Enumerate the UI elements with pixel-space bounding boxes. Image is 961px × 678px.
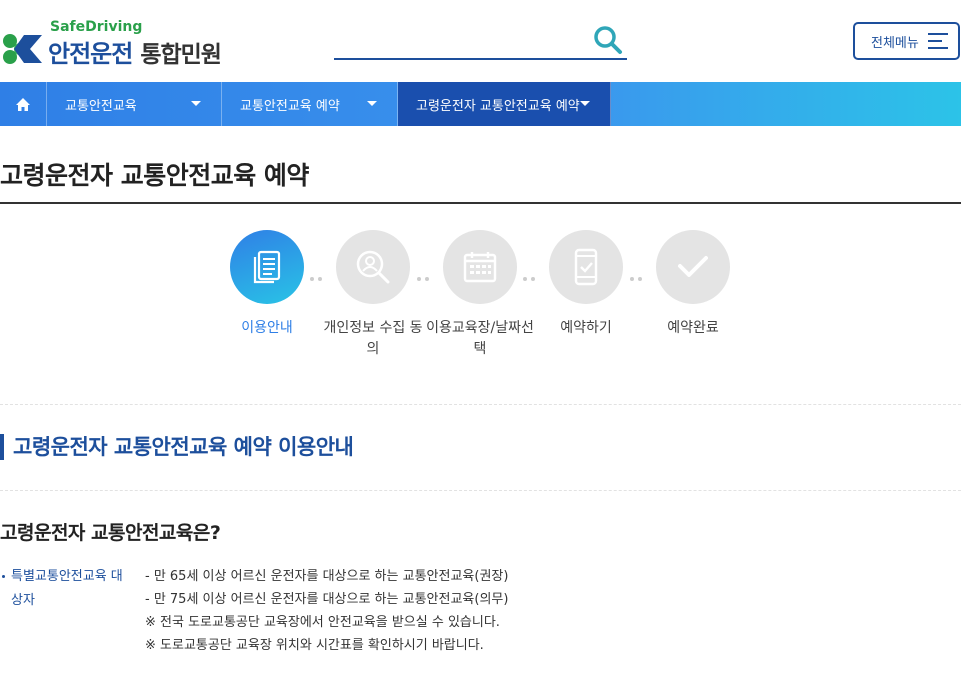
step-label: 이용안내 bbox=[241, 320, 293, 336]
step-label: 이용교육장/날짜선택 bbox=[426, 320, 534, 357]
clover-logo-icon bbox=[0, 29, 44, 69]
all-menu-button[interactable]: 전체메뉴 bbox=[853, 22, 960, 60]
nav-item-traffic-education[interactable]: 교통안전교육 bbox=[47, 82, 222, 126]
section-divider bbox=[0, 490, 961, 491]
home-icon[interactable] bbox=[0, 82, 47, 126]
info-lines: - 만 65세 이상 어르신 운전자를 대상으로 하는 교통안전교육(권장) -… bbox=[145, 565, 508, 657]
section-divider bbox=[0, 404, 961, 405]
all-menu-label: 전체메뉴 bbox=[871, 35, 919, 51]
nav-item-label: 교통안전교육 bbox=[65, 98, 137, 114]
site-header: SafeDriving 안전운전 통합민원 전체메뉴 bbox=[0, 0, 961, 82]
info-line: - 만 65세 이상 어르신 운전자를 대상으로 하는 교통안전교육(권장) bbox=[145, 569, 509, 584]
info-line: ※ 전국 도로교통공단 교육장에서 안전교육을 받으실 수 있습니다. bbox=[145, 615, 500, 630]
search-person-icon bbox=[336, 230, 410, 304]
step-indicator: 이용안내 개인정보 수집 동의 이용교육장/날짜선택 예약하기 예약완료 bbox=[0, 230, 961, 370]
nav-item-education-reservation[interactable]: 교통안전교육 예약 bbox=[222, 82, 398, 126]
nav-item-senior-reservation[interactable]: 고령운전자 교통안전교육 예약 bbox=[398, 82, 611, 126]
title-divider bbox=[0, 202, 961, 204]
step-select-date: 이용교육장/날짜선택 bbox=[425, 230, 535, 360]
step-guide: 이용안내 bbox=[212, 230, 322, 339]
question-title: 고령운전자 교통안전교육은? bbox=[0, 522, 221, 544]
check-icon bbox=[656, 230, 730, 304]
caret-down-icon bbox=[367, 101, 377, 106]
breadcrumb-nav: 교통안전교육 교통안전교육 예약 고령운전자 교통안전교육 예약 bbox=[0, 82, 961, 126]
info-line: - 만 75세 이상 어르신 운전자를 대상으로 하는 교통안전교육(의무) bbox=[145, 592, 509, 607]
nav-item-label: 고령운전자 교통안전교육 예약 bbox=[416, 98, 580, 114]
logo-text: SafeDriving 안전운전 통합민원 bbox=[48, 19, 222, 69]
caret-down-icon bbox=[580, 101, 590, 106]
info-head: 특별교통안전교육 대상자 bbox=[0, 565, 130, 613]
nav-item-label: 교통안전교육 예약 bbox=[240, 98, 340, 114]
search-bar bbox=[334, 22, 627, 60]
step-label: 예약하기 bbox=[560, 320, 612, 336]
calendar-icon bbox=[443, 230, 517, 304]
info-line: ※ 도로교통공단 교육장 위치와 시간표를 확인하시기 바랍니다. bbox=[145, 638, 484, 653]
logo-en: SafeDriving bbox=[50, 19, 143, 35]
hamburger-icon bbox=[928, 33, 948, 49]
logo-ko-sub: 통합민원 bbox=[140, 42, 222, 68]
phone-check-icon bbox=[549, 230, 623, 304]
step-label: 예약완료 bbox=[667, 320, 719, 336]
site-logo[interactable]: SafeDriving 안전운전 통합민원 bbox=[0, 19, 222, 69]
step-privacy: 개인정보 수집 동의 bbox=[318, 230, 428, 360]
caret-down-icon bbox=[191, 101, 201, 106]
step-reserve: 예약하기 bbox=[531, 230, 641, 339]
document-icon bbox=[230, 230, 304, 304]
search-icon[interactable] bbox=[593, 25, 623, 55]
section-title: 고령운전자 교통안전교육 예약 이용안내 bbox=[0, 434, 354, 460]
logo-ko-main: 안전운전 bbox=[48, 40, 133, 68]
step-label: 개인정보 수집 동의 bbox=[323, 320, 423, 357]
step-complete: 예약완료 bbox=[638, 230, 748, 339]
page-title: 고령운전자 교통안전교육 예약 bbox=[0, 161, 309, 190]
search-input[interactable] bbox=[334, 22, 584, 56]
